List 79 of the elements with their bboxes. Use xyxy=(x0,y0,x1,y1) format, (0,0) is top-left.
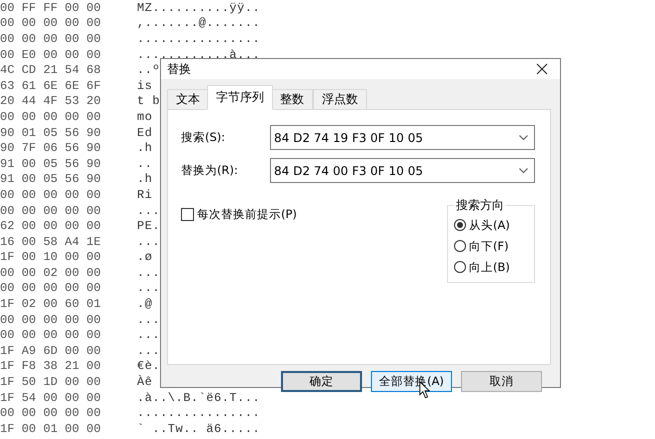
hex-bytes: 00 FF FF 00 00 xyxy=(0,0,102,15)
ascii-text: ,.......@....... xyxy=(137,16,260,30)
hex-bytes: 00 00 00 00 00 xyxy=(0,281,102,296)
hex-bytes: 1F 00 10 00 00 xyxy=(0,250,102,264)
chevron-down-icon xyxy=(519,168,528,173)
ascii-text: .ø xyxy=(137,250,152,264)
ascii-text: ` ..Tw.. ä6..... xyxy=(137,422,260,436)
field-label: 替换为(R): xyxy=(181,163,239,178)
radio-option[interactable]: 从头(A) xyxy=(454,216,528,234)
tab[interactable]: 浮点数 xyxy=(313,89,367,110)
radio-button[interactable] xyxy=(454,240,466,252)
hex-bytes: 91 00 05 56 90 xyxy=(0,156,102,171)
hex-bytes: 62 00 00 00 00 xyxy=(0,219,102,234)
ascii-text: ... xyxy=(137,234,160,249)
hex-bytes: 00 00 02 00 00 xyxy=(0,266,102,280)
tab[interactable]: 文本 xyxy=(167,89,209,110)
ascii-text: .à..\.B.`ë6.T... xyxy=(137,390,260,405)
hex-bytes: 00 00 00 00 00 xyxy=(0,204,102,218)
ascii-text: ... xyxy=(137,328,160,342)
ascii-text: ..º xyxy=(137,63,160,78)
ascii-text: Ri xyxy=(137,188,152,202)
field-label: 搜索(S): xyxy=(181,130,226,145)
hex-bytes: 1F F8 38 21 00 xyxy=(0,359,102,374)
ascii-text: Àê xyxy=(137,375,152,390)
ascii-text: ... xyxy=(137,204,160,218)
hex-bytes: 91 00 05 56 90 xyxy=(0,172,102,186)
ascii-text: MZ..........ÿÿ.. xyxy=(137,0,260,15)
ascii-text: PE. xyxy=(137,219,160,234)
combo-box[interactable]: 84 D2 74 00 F3 0F 10 05 xyxy=(270,158,535,183)
ascii-text: .h xyxy=(137,141,152,156)
tab[interactable]: 整数 xyxy=(271,89,313,110)
group-title: 搜索方向 xyxy=(455,197,505,214)
dialog-button[interactable]: 确定 xyxy=(281,371,362,392)
close-icon xyxy=(536,63,548,75)
ascii-text: mo xyxy=(137,110,152,124)
hex-bytes: 90 7F 06 56 90 xyxy=(0,141,102,156)
tab[interactable]: 字节序列 xyxy=(207,85,273,110)
ascii-text: ................ xyxy=(137,32,260,46)
hex-bytes: 4C CD 21 54 68 xyxy=(0,63,102,78)
radio-button[interactable] xyxy=(454,219,466,231)
ascii-text: is xyxy=(137,78,152,93)
ascii-text: ............à... xyxy=(137,48,260,62)
ascii-text: ... xyxy=(137,344,160,358)
radio-button[interactable] xyxy=(454,261,466,273)
hex-bytes: 00 00 00 00 00 xyxy=(0,110,102,124)
ascii-text: ... xyxy=(137,266,160,280)
checkbox[interactable] xyxy=(181,208,194,220)
hex-bytes: 63 61 6E 6E 6F xyxy=(0,78,102,93)
ascii-text: ................ xyxy=(137,406,260,420)
hex-bytes: 1F 00 01 00 00 xyxy=(0,422,102,436)
hex-bytes: 00 00 00 00 00 xyxy=(0,312,102,327)
ascii-text: ... xyxy=(137,281,160,296)
ascii-text: €è. xyxy=(137,359,160,374)
ascii-text: ... xyxy=(137,312,160,327)
hex-bytes: 20 44 4F 53 20 xyxy=(0,94,102,108)
hex-bytes: 1F 50 1D 00 00 xyxy=(0,375,102,390)
hex-bytes: 90 01 05 56 90 xyxy=(0,126,102,140)
chevron-down-icon xyxy=(519,135,528,140)
hex-bytes: 00 00 00 00 00 xyxy=(0,16,102,30)
ascii-text: t b xyxy=(137,94,160,108)
ascii-text: Ed xyxy=(137,126,152,140)
ascii-text: .. xyxy=(137,156,152,171)
hex-bytes: 00 E0 00 00 00 xyxy=(0,48,102,62)
hex-bytes: 1F 02 00 60 01 xyxy=(0,297,102,312)
radio-option[interactable]: 向下(F) xyxy=(454,237,528,255)
prompt-checkbox[interactable]: 每次替换前提示(P) xyxy=(181,205,297,223)
hex-bytes: 1F A9 6D 00 00 xyxy=(0,344,102,358)
hex-bytes: 00 00 00 00 00 xyxy=(0,188,102,202)
hex-bytes: 00 00 00 00 00 xyxy=(0,32,102,46)
dialog-button[interactable]: 取消 xyxy=(461,371,542,392)
hex-bytes: 16 00 58 A4 1E xyxy=(0,234,102,249)
radio-option[interactable]: 向上(B) xyxy=(454,258,528,276)
ascii-text: .@ xyxy=(137,297,152,312)
window-title: 替换 xyxy=(167,60,191,78)
combo-box[interactable]: 84 D2 74 19 F3 0F 10 05 xyxy=(270,125,535,150)
hex-bytes: 00 00 00 00 00 xyxy=(0,406,102,420)
hex-bytes: 1F 54 00 00 00 xyxy=(0,390,102,405)
hex-bytes: 00 00 00 00 00 xyxy=(0,328,102,342)
ascii-text: .h xyxy=(137,172,152,186)
